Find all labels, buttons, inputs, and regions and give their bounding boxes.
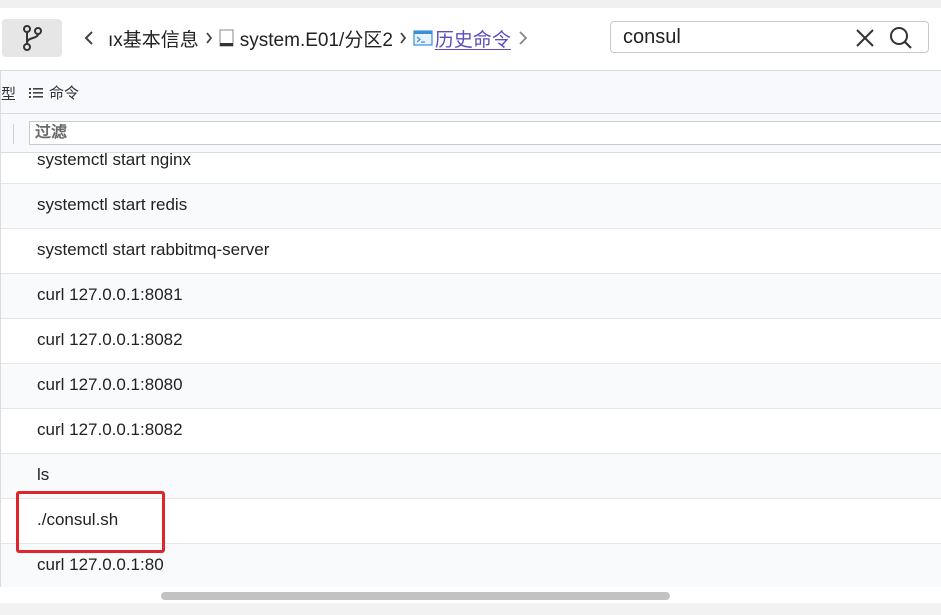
- history-table: 型 命令 systemctl start nginx systemctl sta…: [0, 70, 941, 615]
- chevron-right-icon: [519, 31, 528, 45]
- table-row[interactable]: systemctl start redis: [1, 184, 941, 229]
- command-cell: curl 127.0.0.1:8081: [37, 285, 183, 304]
- breadcrumb-item-partition[interactable]: system.E01/分区2: [219, 25, 393, 52]
- list-icon: [29, 87, 43, 98]
- top-strip: [0, 0, 941, 8]
- divider: [13, 124, 14, 144]
- filter-box: [29, 121, 941, 145]
- toolbar: ıx基本信息 system.E01/分区2 历史命令 consul: [0, 8, 941, 70]
- search-box: [610, 21, 929, 53]
- command-cell: curl 127.0.0.1:8082: [37, 420, 183, 439]
- table-row[interactable]: systemctl start rabbitmq-server: [1, 229, 941, 274]
- chevron-right-icon: [400, 32, 407, 44]
- filter-row: [1, 114, 941, 153]
- search-icon[interactable]: [889, 26, 913, 50]
- breadcrumb-label: ıx基本信息: [108, 29, 199, 51]
- command-cell: curl 127.0.0.1:80: [37, 555, 164, 574]
- breadcrumb-separator: [205, 31, 213, 45]
- chevron-right-icon: [206, 32, 212, 44]
- breadcrumb-item-history[interactable]: 历史命令: [413, 25, 511, 52]
- command-cell: curl 127.0.0.1:8080: [37, 375, 183, 394]
- horizontal-scrollbar-thumb[interactable]: [161, 592, 670, 600]
- breadcrumb-label: system.E01/分区2: [239, 29, 393, 51]
- table-row[interactable]: curl 127.0.0.1:8082: [1, 319, 941, 364]
- bottom-strip: [0, 603, 941, 615]
- table-row[interactable]: curl 127.0.0.1:8081: [1, 274, 941, 319]
- search-input[interactable]: [623, 25, 843, 49]
- back-button[interactable]: [80, 24, 98, 52]
- command-cell: curl 127.0.0.1:8082: [37, 330, 183, 349]
- table-row[interactable]: curl 127.0.0.1:8080: [1, 364, 941, 409]
- column-header-command[interactable]: 命令: [29, 82, 79, 103]
- breadcrumb-separator: [399, 31, 407, 45]
- file-icon: [219, 29, 234, 47]
- breadcrumb-label: 历史命令: [434, 29, 511, 51]
- command-cell: systemctl start nginx: [37, 152, 191, 169]
- command-cell: ./consul.sh: [37, 510, 119, 529]
- table-row[interactable]: curl 127.0.0.1:80: [1, 544, 941, 588]
- command-cell: systemctl start rabbitmq-server: [37, 240, 270, 259]
- command-cell: ls: [37, 465, 50, 484]
- table-header: 型 命令: [1, 71, 941, 114]
- chevron-left-icon: [84, 31, 93, 45]
- table-row[interactable]: curl 127.0.0.1:8082: [1, 409, 941, 454]
- table-row[interactable]: systemctl start nginx: [1, 152, 941, 184]
- git-branch-icon: [23, 25, 42, 51]
- branch-button[interactable]: [2, 19, 62, 57]
- terminal-icon: [413, 30, 433, 46]
- forward-button[interactable]: [514, 24, 532, 52]
- breadcrumb: ıx基本信息 system.E01/分区2 历史命令: [108, 23, 511, 53]
- command-cell: systemctl start redis: [37, 195, 188, 214]
- column-header-label: 命令: [49, 85, 80, 102]
- column-header-type[interactable]: 型: [1, 83, 15, 104]
- filter-input[interactable]: [35, 124, 335, 142]
- table-row[interactable]: ls: [1, 454, 941, 499]
- table-row[interactable]: ./consul.sh: [1, 499, 941, 544]
- close-icon[interactable]: [855, 28, 875, 48]
- table-body: systemctl start nginx systemctl start re…: [1, 152, 941, 588]
- breadcrumb-item-basic-info[interactable]: ıx基本信息: [108, 25, 199, 52]
